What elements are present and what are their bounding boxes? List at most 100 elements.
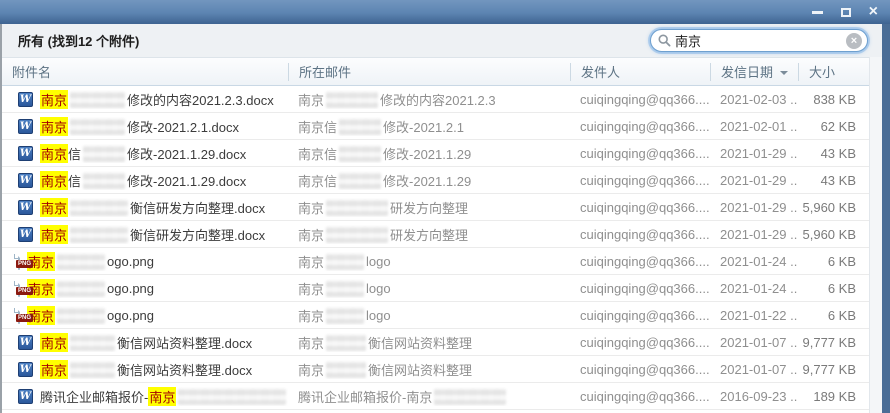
- word-file-icon: W: [18, 227, 33, 242]
- date-cell: 2021-01-29 ...: [710, 227, 798, 242]
- sort-caret-icon: [780, 71, 788, 75]
- attachment-row[interactable]: W 南京 衡信研发方向整理.docx 南京 研发方向整理 cuiqingqing…: [2, 194, 869, 221]
- column-header-sender[interactable]: 发件人: [570, 63, 710, 81]
- sender-cell: cuiqingqing@qq366....: [570, 281, 710, 296]
- sender-cell: cuiqingqing@qq366....: [570, 308, 710, 323]
- attachment-name-cell: W 南京 衡信研发方向整理.docx: [2, 198, 288, 217]
- attachment-name-cell: W 南京 修改-2021.2.1.docx: [2, 117, 288, 136]
- mail-subject-cell: 南京信 修改-2021.1.29: [288, 144, 570, 163]
- toolbar: 所有 (找到12 个附件) ×: [2, 24, 882, 57]
- date-cell: 2021-02-03 ...: [710, 92, 798, 107]
- attachment-name-cell: W 南京 信 修改-2021.1.29.docx: [2, 171, 288, 190]
- attachment-row[interactable]: W 南京 衡信网站资料整理.docx 南京 衡信网站资料整理 cuiqingqi…: [2, 356, 869, 383]
- word-file-icon: W: [18, 335, 33, 350]
- attachment-row[interactable]: W 腾讯企业邮箱报价- 南京 腾讯企业邮箱报价-南京 cuiqingqing@q…: [2, 383, 869, 410]
- results-count-label: 所有 (找到12 个附件): [18, 31, 139, 50]
- redacted-blur: [326, 226, 388, 243]
- date-cell: 2021-01-29 ...: [710, 173, 798, 188]
- title-bar: ×: [0, 0, 890, 24]
- search-box[interactable]: ×: [650, 29, 868, 52]
- attachment-row[interactable]: PNG 南京 ogo.png 南京 logo cuiqingqing@qq366…: [2, 275, 869, 302]
- sender-cell: cuiqingqing@qq366....: [570, 389, 710, 404]
- search-keyword-highlight: 南京: [40, 198, 68, 217]
- results-area: 附件名 所在邮件 发件人 发信日期 大小: [2, 57, 882, 413]
- maximize-button[interactable]: [841, 4, 851, 20]
- sender-cell: cuiqingqing@qq366....: [570, 92, 710, 107]
- attachment-name-cell: PNG 南京 ogo.png: [2, 279, 288, 298]
- redacted-blur: [434, 388, 506, 405]
- attachment-row[interactable]: W 南京 修改的内容2021.2.3.docx 南京 修改的内容2021.2.3…: [2, 86, 869, 113]
- search-keyword-highlight: 南京: [40, 90, 68, 109]
- mail-subject-cell: 南京 研发方向整理: [288, 198, 570, 217]
- redacted-blur: [57, 280, 105, 297]
- mail-subject-cell: 南京信 修改-2021.1.29: [288, 171, 570, 190]
- column-header-size[interactable]: 大小: [798, 63, 869, 81]
- mail-subject-cell: 南京 logo: [288, 252, 570, 271]
- word-file-icon: W: [18, 119, 33, 134]
- redacted-blur: [83, 145, 125, 162]
- column-header-attachment-name[interactable]: 附件名: [2, 63, 288, 81]
- attachment-name-cell: PNG 南京 ogo.png: [2, 306, 288, 325]
- date-cell: 2021-01-22 ...: [710, 308, 798, 323]
- attachment-row[interactable]: W 南京 衡信研发方向整理.docx 南京 研发方向整理 cuiqingqing…: [2, 221, 869, 248]
- attachment-name-cell: W 南京 衡信网站资料整理.docx: [2, 360, 288, 379]
- redacted-blur: [339, 118, 381, 135]
- sender-cell: cuiqingqing@qq366....: [570, 146, 710, 161]
- attachments-table: 附件名 所在邮件 发件人 发信日期 大小: [2, 57, 869, 413]
- column-header-mail[interactable]: 所在邮件: [288, 63, 570, 81]
- attachment-row[interactable]: PNG 南京 ogo.png 南京 logo cuiqingqing@qq366…: [2, 302, 869, 329]
- search-keyword-highlight: 南京: [40, 144, 68, 163]
- mail-subject-cell: 腾讯企业邮箱报价-南京: [288, 387, 570, 406]
- clear-search-icon[interactable]: ×: [846, 33, 862, 49]
- search-input[interactable]: [671, 33, 846, 48]
- redacted-blur: [178, 388, 286, 405]
- sender-cell: cuiqingqing@qq366....: [570, 200, 710, 215]
- table-body: W 南京 修改的内容2021.2.3.docx 南京 修改的内容2021.2.3…: [2, 86, 869, 413]
- sender-cell: cuiqingqing@qq366....: [570, 362, 710, 377]
- redacted-blur: [70, 361, 115, 378]
- png-file-icon: PNG: [18, 254, 20, 269]
- word-file-icon: W: [18, 146, 33, 161]
- redacted-blur: [326, 280, 364, 297]
- mail-subject-cell: 南京 衡信网站资料整理: [288, 333, 570, 352]
- attachment-row[interactable]: W 南京 信 修改-2021.1.29.docx 南京信 修改-2021.1.2…: [2, 167, 869, 194]
- attachment-row[interactable]: PNG 南京 ogo.png 南京 logo cuiqingqing@qq366…: [2, 248, 869, 275]
- scrollbar-track[interactable]: [869, 57, 882, 413]
- png-file-icon: PNG: [18, 308, 20, 323]
- date-cell: 2021-01-29 ...: [710, 200, 798, 215]
- redacted-blur: [70, 91, 125, 108]
- date-cell: 2021-01-24 ...: [710, 254, 798, 269]
- redacted-blur: [339, 145, 381, 162]
- attachment-row[interactable]: W 南京 修改-2021.2.1.docx 南京信 修改-2021.2.1 cu…: [2, 113, 869, 140]
- minimize-button[interactable]: [812, 4, 823, 20]
- mail-subject-cell: 南京 修改的内容2021.2.3: [288, 90, 570, 109]
- mail-subject-cell: 南京 logo: [288, 306, 570, 325]
- redacted-blur: [339, 172, 381, 189]
- search-keyword-highlight: 南京: [40, 117, 68, 136]
- date-cell: 2021-02-01 ...: [710, 119, 798, 134]
- size-cell: 6 KB: [798, 308, 869, 323]
- redacted-blur: [70, 199, 128, 216]
- word-file-icon: W: [18, 200, 33, 215]
- search-keyword-highlight: 南京: [40, 225, 68, 244]
- attachment-row[interactable]: W 南京 衡信网站资料整理.docx 南京 衡信网站资料整理 cuiqingqi…: [2, 329, 869, 356]
- size-cell: 6 KB: [798, 281, 869, 296]
- attachment-row[interactable]: W 南京 信 修改-2021.1.29.docx 南京信 修改-2021.1.2…: [2, 140, 869, 167]
- column-header-date[interactable]: 发信日期: [710, 63, 798, 81]
- sender-cell: cuiqingqing@qq366....: [570, 254, 710, 269]
- size-cell: 5,960 KB: [798, 200, 869, 215]
- search-keyword-highlight: 南京: [148, 387, 176, 406]
- search-icon: [658, 34, 671, 47]
- redacted-blur: [83, 172, 125, 189]
- close-button[interactable]: ×: [869, 4, 878, 20]
- sender-cell: cuiqingqing@qq366....: [570, 173, 710, 188]
- redacted-blur: [326, 334, 366, 351]
- size-cell: 5,960 KB: [798, 227, 869, 242]
- attachment-name-cell: W 南京 衡信网站资料整理.docx: [2, 333, 288, 352]
- date-cell: 2016-09-23 ...: [710, 389, 798, 404]
- search-keyword-highlight: 南京: [40, 171, 68, 190]
- attachment-name-cell: W 南京 信 修改-2021.1.29.docx: [2, 144, 288, 163]
- date-cell: 2021-01-29 ...: [710, 146, 798, 161]
- size-cell: 43 KB: [798, 173, 869, 188]
- mail-subject-cell: 南京 logo: [288, 279, 570, 298]
